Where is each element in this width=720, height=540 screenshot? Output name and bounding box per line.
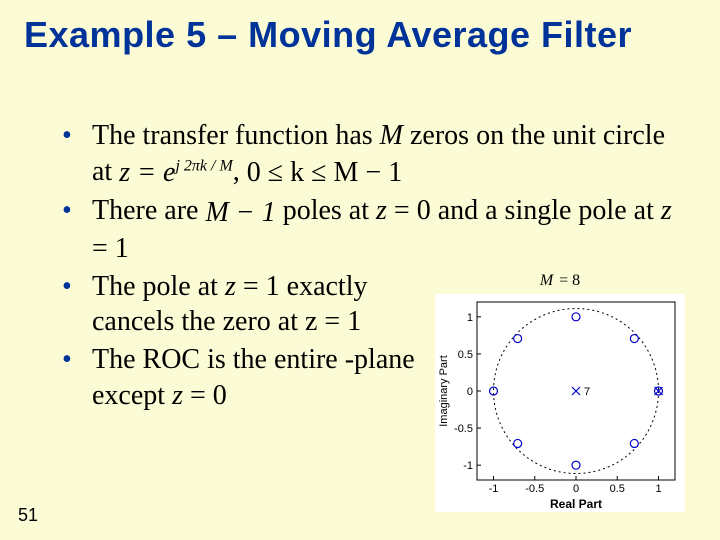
b3-z: z xyxy=(225,271,236,302)
b1-pre: The transfer function has xyxy=(92,120,380,151)
b1-zeq: z = e xyxy=(119,157,175,188)
b2-Mminus1: M − 1 xyxy=(205,195,275,231)
svg-text:1: 1 xyxy=(467,312,473,324)
b2-post: poles at xyxy=(276,195,376,226)
svg-text:-1: -1 xyxy=(463,460,473,472)
chart-caption: M = 8 xyxy=(430,272,690,290)
svg-text:0: 0 xyxy=(467,386,473,398)
b3-pre: The pole at xyxy=(92,271,225,302)
slide-title: Example 5 – Moving Average Filter xyxy=(24,14,700,56)
b1-range: 0 ≤ k ≤ M − 1 xyxy=(247,155,402,191)
b2-pre: There are xyxy=(92,195,205,226)
svg-text:Real Part: Real Part xyxy=(550,497,602,511)
slide: Example 5 – Moving Average Filter The tr… xyxy=(0,0,720,540)
pz-plot-svg: -1 -0.5 0 0.5 1 -1 -0.5 0 0.5 1 7 Real Part Imaginar… xyxy=(435,294,685,512)
b2-z2: z xyxy=(661,195,672,226)
slide-number: 51 xyxy=(18,505,38,526)
svg-text:0: 0 xyxy=(573,483,579,495)
pz-chart: M = 8 -1 -0.5 0 0.5 1 -1 -0.5 0 0.5 1 7 Real Part Im… xyxy=(430,272,690,512)
b4-pre: The ROC is the entire -plane except xyxy=(92,344,415,411)
svg-text:1: 1 xyxy=(655,483,661,495)
svg-text:Imaginary Part: Imaginary Part xyxy=(438,355,450,427)
b2-end: = 1 xyxy=(92,233,129,264)
svg-text:0.5: 0.5 xyxy=(610,483,625,495)
b4-z: z xyxy=(172,380,183,411)
bullet-2: There are M − 1 poles at z = 0 and a sin… xyxy=(62,193,690,266)
b2-z1: z xyxy=(376,195,387,226)
caption-M: M xyxy=(540,272,553,289)
b1-M: M xyxy=(380,120,403,151)
caption-eq: = 8 xyxy=(555,272,580,289)
b4-end: = 0 xyxy=(183,380,227,411)
b1-eq: z = ej 2πk / M xyxy=(119,155,233,191)
bullet-1: The transfer function has M zeros on the… xyxy=(62,118,690,191)
svg-text:-0.5: -0.5 xyxy=(525,483,544,495)
b2-tail: = 0 and a single pole at xyxy=(387,195,661,226)
b1-exp: j 2πk / M xyxy=(175,158,232,175)
svg-text:-0.5: -0.5 xyxy=(454,423,473,435)
b1-comma: , xyxy=(233,156,247,187)
svg-text:7: 7 xyxy=(584,386,590,398)
svg-text:-1: -1 xyxy=(489,483,499,495)
svg-text:0.5: 0.5 xyxy=(458,349,473,361)
